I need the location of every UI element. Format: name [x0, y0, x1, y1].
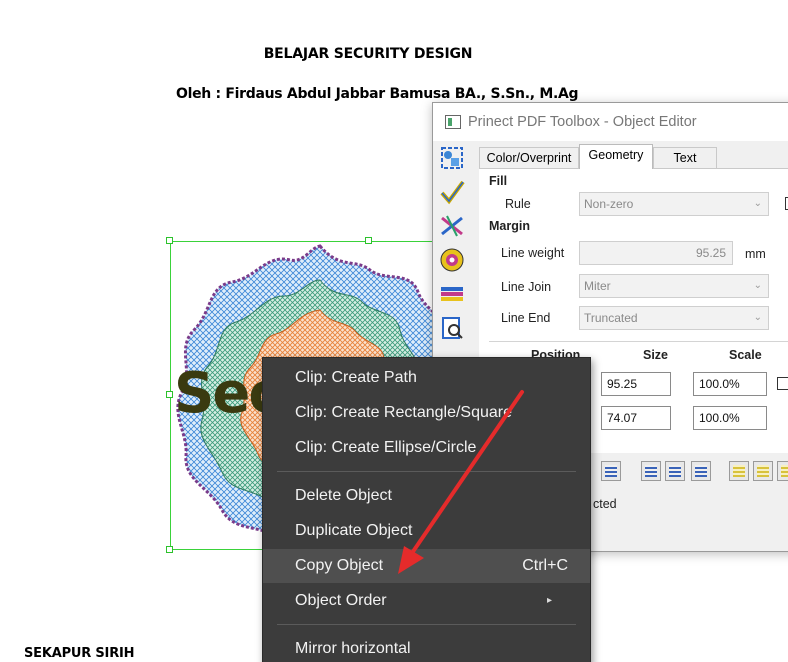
line-end-label: Line End [501, 311, 551, 325]
line-weight-input[interactable]: 95.25 [579, 241, 733, 265]
menu-separator [277, 471, 576, 472]
resize-handle-top-left[interactable] [166, 237, 173, 244]
tab-text[interactable]: Text [653, 147, 717, 169]
fill-heading: Fill [489, 174, 508, 188]
size-column-header: Size [643, 348, 669, 362]
chevron-down-icon: ⌄ [753, 280, 762, 291]
menu-separator [277, 624, 576, 625]
tool-strip [435, 143, 471, 353]
align-button-1[interactable] [601, 461, 621, 481]
width-scale-input[interactable]: 100.0% [693, 372, 767, 396]
grid-button-2[interactable] [665, 461, 685, 481]
menu-item-label: Clip: Create Path [295, 369, 417, 386]
section-heading: SEKAPUR SIRIH [24, 646, 135, 661]
document-author: Oleh : Firdaus Abdul Jabbar Bamusa BA., … [176, 86, 579, 102]
layer-button-1[interactable] [729, 461, 749, 481]
menu-item-label: Object Order [295, 592, 387, 609]
window-titlebar[interactable]: Prinect PDF Toolbox - Object Editor [433, 103, 788, 141]
context-menu: Clip: Create Path Clip: Create Rectangle… [262, 357, 591, 662]
section-divider [489, 341, 788, 342]
line-join-label: Line Join [501, 280, 552, 294]
preflight-check-icon[interactable] [437, 179, 467, 209]
menu-item-clip-create-rectangle[interactable]: Clip: Create Rectangle/Square [263, 396, 590, 430]
line-weight-label: Line weight [501, 246, 565, 260]
inspect-icon[interactable] [437, 315, 467, 345]
menu-item-label: Delete Object [295, 487, 392, 504]
menu-item-mirror-horizontal[interactable]: Mirror horizontal [263, 632, 590, 662]
menu-item-duplicate-object[interactable]: Duplicate Object [263, 514, 590, 548]
menu-item-object-order[interactable]: Object Order ▸ [263, 584, 590, 618]
document-title: BELAJAR SECURITY DESIGN [263, 46, 473, 62]
height-scale-input[interactable]: 100.0% [693, 406, 767, 430]
grid-button-1[interactable] [641, 461, 661, 481]
menu-item-delete-object[interactable]: Delete Object [263, 479, 590, 513]
app-icon [445, 115, 461, 129]
tab-color-overprint[interactable]: Color/Overprint [479, 147, 579, 169]
menu-item-copy-object[interactable]: Copy Object Ctrl+C [263, 549, 590, 583]
resize-handle-top-center[interactable] [365, 237, 372, 244]
scale-column-header: Scale [729, 348, 762, 362]
line-weight-unit: mm [745, 247, 766, 261]
menu-item-label: Copy Object [295, 557, 384, 574]
window-title: Prinect PDF Toolbox - Object Editor [468, 114, 697, 130]
menu-item-clip-create-path[interactable]: Clip: Create Path [263, 361, 590, 395]
object-select-icon[interactable] [437, 145, 467, 175]
menu-item-label: Clip: Create Rectangle/Square [295, 404, 513, 421]
grid-button-3[interactable] [691, 461, 711, 481]
rule-select-value: Non-zero [584, 197, 634, 211]
line-join-value: Miter [584, 279, 611, 293]
menu-item-shortcut: Ctrl+C [522, 557, 568, 574]
menu-item-label: Clip: Create Ellipse/Circle [295, 439, 477, 456]
transform-icon[interactable] [437, 213, 467, 243]
width-size-input[interactable]: 95.25 [601, 372, 671, 396]
line-end-value: Truncated [584, 311, 638, 325]
height-size-input[interactable]: 74.07 [601, 406, 671, 430]
margin-heading: Margin [489, 219, 530, 233]
chevron-down-icon: ⌄ [753, 198, 762, 209]
resize-handle-middle-left[interactable] [166, 391, 173, 398]
menu-item-label: Duplicate Object [295, 522, 413, 539]
rule-select[interactable]: Non-zero ⌄ [579, 192, 769, 216]
separation-icon[interactable] [437, 281, 467, 311]
layer-button-3[interactable] [777, 461, 788, 481]
resize-handle-bottom-left[interactable] [166, 546, 173, 553]
tab-geometry[interactable]: Geometry [579, 144, 653, 169]
menu-item-label: Mirror horizontal [295, 640, 411, 657]
menu-item-clip-create-ellipse[interactable]: Clip: Create Ellipse/Circle [263, 431, 590, 465]
line-end-select[interactable]: Truncated ⌄ [579, 306, 769, 330]
submenu-arrow-icon: ▸ [546, 595, 552, 606]
selection-status-text: cted [593, 497, 617, 511]
color-icon[interactable] [437, 247, 467, 277]
chevron-down-icon: ⌄ [753, 312, 762, 323]
line-join-select[interactable]: Miter ⌄ [579, 274, 769, 298]
layer-button-2[interactable] [753, 461, 773, 481]
rule-label: Rule [505, 197, 531, 211]
proportional-checkbox[interactable] [777, 377, 788, 390]
